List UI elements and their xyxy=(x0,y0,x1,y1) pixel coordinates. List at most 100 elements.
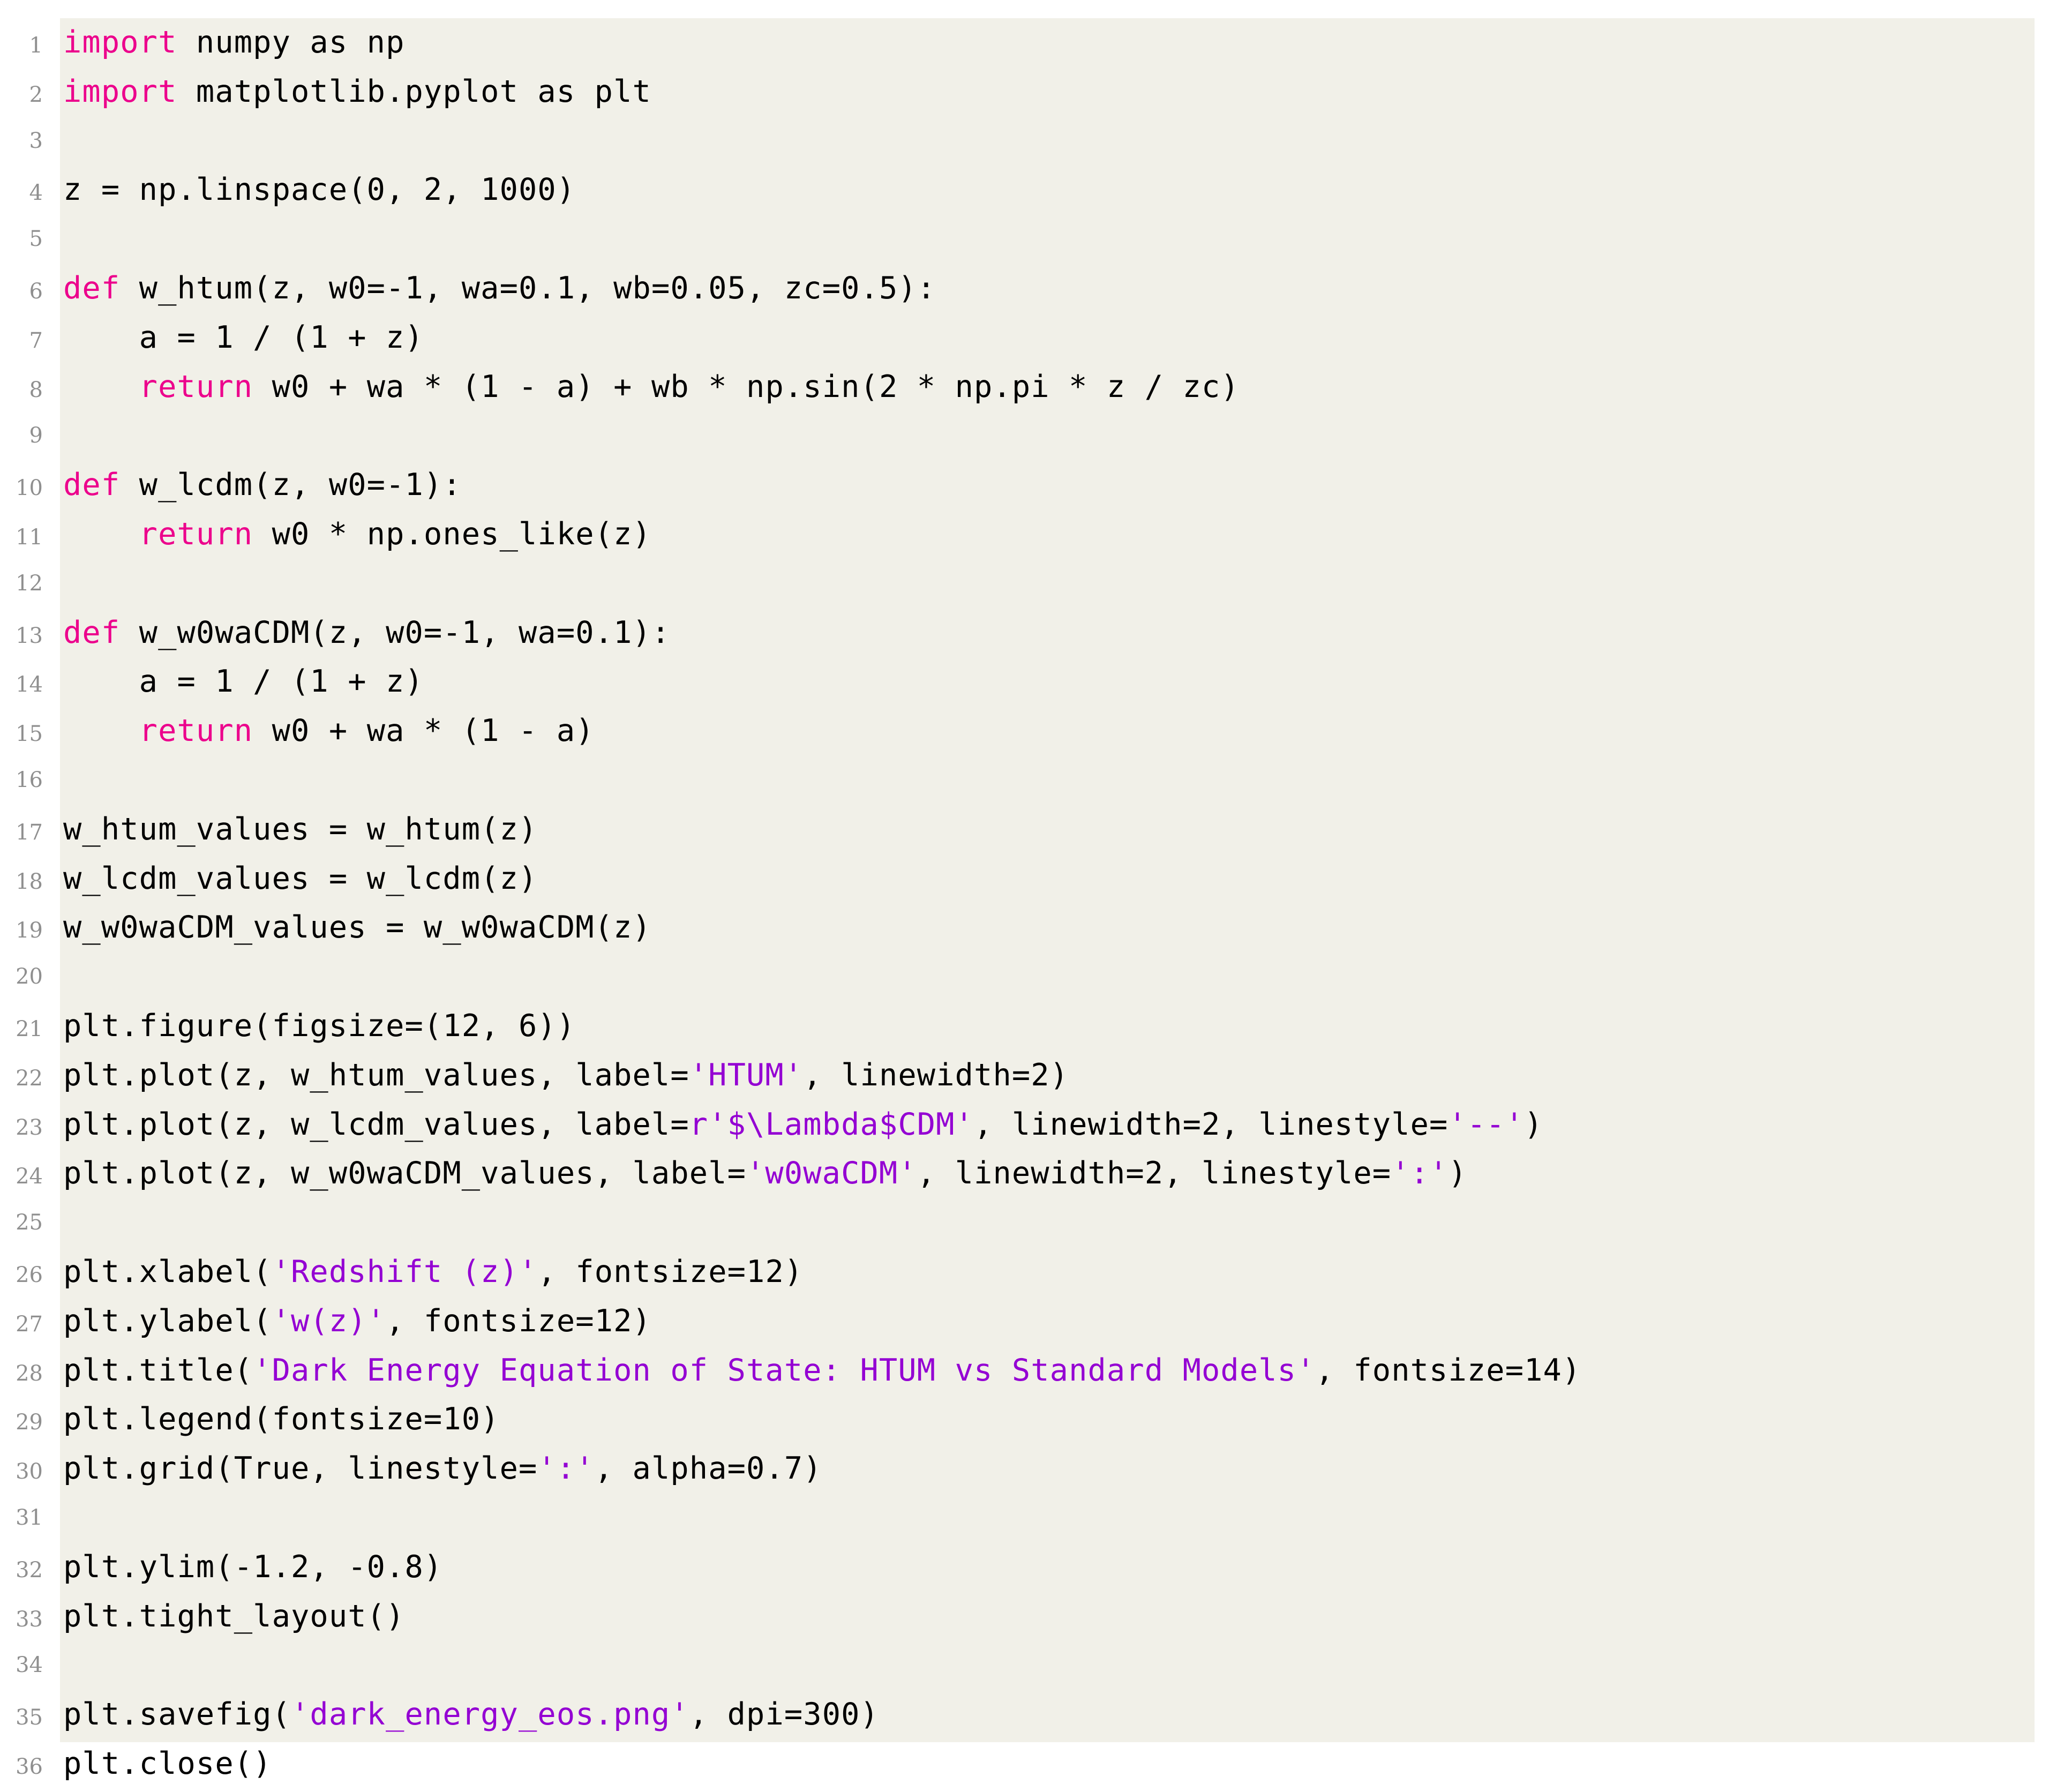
plain-token: , fontsize=14) xyxy=(1315,1352,1581,1388)
line-number: 35 xyxy=(16,1705,43,1730)
string-token: ':' xyxy=(1391,1156,1448,1191)
code-line-content: import numpy as np xyxy=(51,18,2049,68)
code-line-content: def w_htum(z, w0=-1, wa=0.1, wb=0.05, zc… xyxy=(51,264,2049,313)
keyword-token: import xyxy=(63,25,177,60)
plain-token: , linewidth=2, linestyle= xyxy=(917,1156,1392,1191)
line-number: 23 xyxy=(16,1115,43,1140)
string-token: 'w0waCDM' xyxy=(746,1156,917,1191)
line-number: 29 xyxy=(16,1410,43,1435)
plain-token: ) xyxy=(1524,1106,1543,1142)
line-number: 7 xyxy=(29,328,43,353)
code-line-content: plt.figure(figsize=(12, 6)) xyxy=(51,1002,2049,1051)
keyword-token: def xyxy=(63,270,121,306)
code-line-content: w_htum_values = w_htum(z) xyxy=(51,805,2049,854)
plain-token: w_lcdm(z, w0=-1): xyxy=(120,467,462,503)
plain-token: plt.plot(z, w_w0waCDM_values, label= xyxy=(63,1156,747,1191)
line-number: 36 xyxy=(16,1754,43,1779)
plain-token: , alpha=0.7) xyxy=(594,1451,822,1487)
line-number: 30 xyxy=(16,1459,43,1484)
code-line: 23 plt.plot(z, w_lcdm_values, label=r'$\L… xyxy=(0,1100,2049,1150)
code-line-content: import matplotlib.pyplot as plt xyxy=(51,68,2049,117)
string-token: 'Redshift (z)' xyxy=(272,1254,538,1289)
code-line-content: plt.savefig('dark_energy_eos.png', dpi=3… xyxy=(51,1690,2049,1739)
code-line: 1 import numpy as np xyxy=(0,18,2049,68)
plain-token: matplotlib.pyplot as plt xyxy=(177,73,651,109)
code-line-content: plt.grid(True, linestyle=':', alpha=0.7) xyxy=(51,1444,2049,1494)
keyword-token: return xyxy=(139,713,253,749)
plain-token: w_lcdm_values = w_lcdm(z) xyxy=(63,860,538,896)
plain-token: , dpi=300) xyxy=(689,1697,879,1733)
code-line: 5 xyxy=(0,215,2049,264)
code-line: 3 xyxy=(0,117,2049,166)
code-line: 16 xyxy=(0,756,2049,805)
code-line-content: return w0 + wa * (1 - a) + wb * np.sin(2… xyxy=(51,363,2049,412)
line-number: 1 xyxy=(29,33,43,58)
code-line: 11 return w0 * np.ones_like(z) xyxy=(0,510,2049,559)
string-token: ':' xyxy=(537,1451,595,1487)
code-line: 15 return w0 + wa * (1 - a) xyxy=(0,707,2049,756)
code-listing: 1 import numpy as np 2 import matplotlib.py… xyxy=(0,0,2049,1781)
string-token: r'$\Lambda$CDM' xyxy=(689,1106,974,1142)
line-number: 4 xyxy=(29,181,43,206)
code-line: 6 def w_htum(z, w0=-1, wa=0.1, wb=0.05, z… xyxy=(0,264,2049,313)
code-line: 35 plt.savefig('dark_energy_eos.png', dpi… xyxy=(0,1690,2049,1739)
code-line: 30 plt.grid(True, linestyle=':', alpha=0.… xyxy=(0,1444,2049,1494)
line-number: 31 xyxy=(16,1505,43,1530)
line-number: 3 xyxy=(29,128,43,153)
plain-token: w0 + wa * (1 - a) xyxy=(253,713,595,749)
plain-token: plt.figure(figsize=(12, 6)) xyxy=(63,1008,576,1044)
line-number: 28 xyxy=(16,1361,43,1386)
code-line: 17 w_htum_values = w_htum(z) xyxy=(0,805,2049,854)
code-line-content: z = np.linspace(0, 2, 1000) xyxy=(51,166,2049,215)
plain-token: w_htum_values = w_htum(z) xyxy=(63,811,538,847)
code-line-content: plt.tight_layout() xyxy=(51,1592,2049,1641)
line-number: 14 xyxy=(16,672,43,698)
string-token: 'dark_energy_eos.png' xyxy=(291,1697,689,1733)
code-line: 19 w_w0waCDM_values = w_w0waCDM(z) xyxy=(0,903,2049,953)
line-number: 32 xyxy=(16,1557,43,1583)
code-line: 33 plt.tight_layout() xyxy=(0,1592,2049,1641)
line-number: 17 xyxy=(16,820,43,845)
code-line: 22 plt.plot(z, w_htum_values, label='HTUM… xyxy=(0,1051,2049,1100)
line-number: 6 xyxy=(29,279,43,304)
code-line: 20 xyxy=(0,953,2049,1002)
line-number: 18 xyxy=(16,869,43,894)
code-line-content: plt.title('Dark Energy Equation of State… xyxy=(51,1346,2049,1396)
code-line: 28 plt.title('Dark Energy Equation of Sta… xyxy=(0,1346,2049,1396)
line-number: 34 xyxy=(16,1653,43,1678)
code-line: 7 a = 1 / (1 + z) xyxy=(0,313,2049,363)
line-number: 13 xyxy=(16,623,43,648)
line-number: 9 xyxy=(29,423,43,448)
code-line-content: return w0 + wa * (1 - a) xyxy=(51,707,2049,756)
plain-token: plt.plot(z, w_lcdm_values, label= xyxy=(63,1106,689,1142)
code-line: 2 import matplotlib.pyplot as plt xyxy=(0,68,2049,117)
plain-token: plt.legend(fontsize=10) xyxy=(63,1401,500,1437)
keyword-token: import xyxy=(63,73,177,109)
code-line: 32 plt.ylim(-1.2, -0.8) xyxy=(0,1543,2049,1592)
keyword-token: return xyxy=(139,516,253,552)
code-line-content: plt.xlabel('Redshift (z)', fontsize=12) xyxy=(51,1248,2049,1297)
code-line-content: return w0 * np.ones_like(z) xyxy=(51,510,2049,559)
line-number: 33 xyxy=(16,1607,43,1632)
plain-token: plt.title( xyxy=(63,1352,253,1388)
line-number: 20 xyxy=(16,964,43,989)
plain-token: , linewidth=2) xyxy=(803,1057,1069,1093)
line-number: 26 xyxy=(16,1262,43,1287)
code-line: 31 xyxy=(0,1494,2049,1543)
code-line: 13 def w_w0waCDM(z, w0=-1, wa=0.1): xyxy=(0,609,2049,658)
line-number: 2 xyxy=(29,82,43,107)
code-line: 25 xyxy=(0,1198,2049,1248)
code-line: 21 plt.figure(figsize=(12, 6)) xyxy=(0,1002,2049,1051)
code-line-content: plt.close() xyxy=(51,1739,2049,1789)
plain-token: w_w0waCDM_values = w_w0waCDM(z) xyxy=(63,910,651,946)
line-number: 15 xyxy=(16,722,43,747)
code-line: 27 plt.ylabel('w(z)', fontsize=12) xyxy=(0,1297,2049,1346)
plain-token: , linewidth=2, linestyle= xyxy=(974,1106,1448,1142)
plain-token: plt.xlabel( xyxy=(63,1254,272,1289)
code-line-content: plt.ylabel('w(z)', fontsize=12) xyxy=(51,1297,2049,1346)
string-token: 'w(z)' xyxy=(272,1303,386,1339)
line-number: 5 xyxy=(29,227,43,252)
keyword-token: def xyxy=(63,614,121,650)
code-line-content: w_lcdm_values = w_lcdm(z) xyxy=(51,854,2049,904)
line-number: 19 xyxy=(16,918,43,943)
